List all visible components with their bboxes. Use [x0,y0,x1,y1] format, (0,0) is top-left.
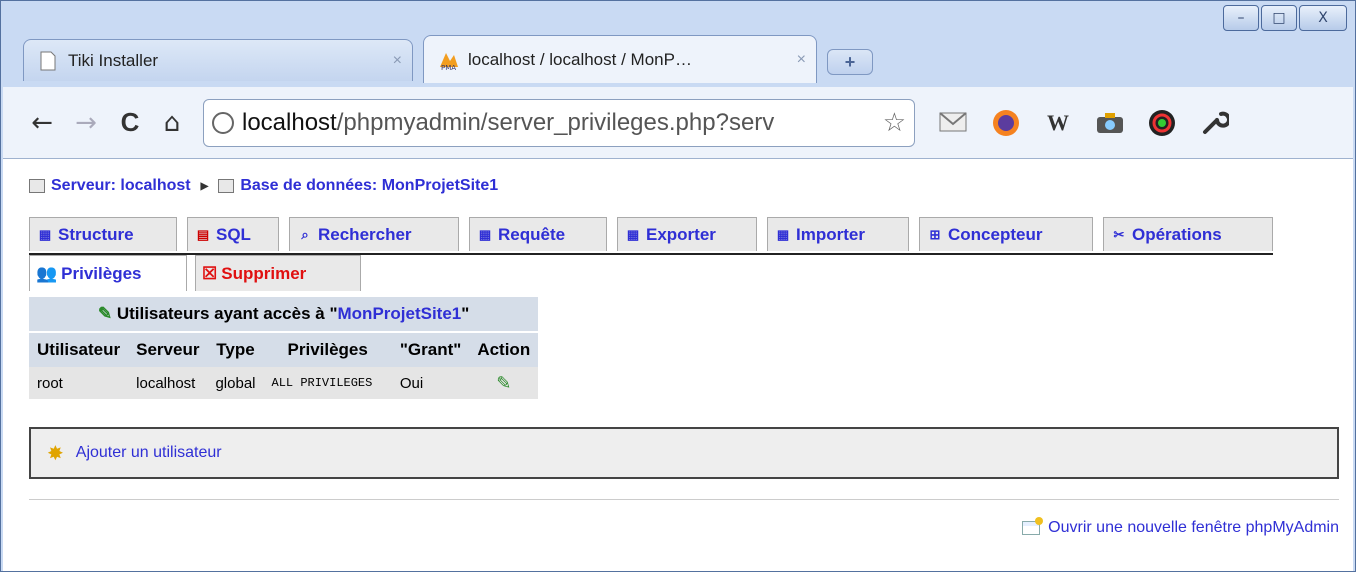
tab-label: Supprimer [221,263,307,283]
tab-phpmyadmin[interactable]: PMA localhost / localhost / MonP… × [423,35,817,83]
wrench-icon[interactable] [1193,102,1235,144]
cell-type: global [207,367,264,399]
close-tab-icon[interactable]: × [393,52,402,70]
pma-icon: PMA [438,49,458,71]
column-header: Privilèges [263,331,392,367]
users-icon: ✎ [97,304,117,323]
tab-structure[interactable]: ▦ Structure [29,217,177,251]
address-bar[interactable]: localhost /phpmyadmin/server_privileges.… [203,98,915,147]
tab-label: Structure [58,224,134,244]
tab-label: Privilèges [61,263,142,283]
tab-label: Exporter [646,224,716,244]
divider [29,499,1339,500]
close-tab-icon[interactable]: × [797,51,806,69]
column-header: Serveur [128,331,208,367]
mail-icon[interactable] [933,102,975,144]
cell-user: root [29,367,129,399]
tab-label: SQL [216,224,251,244]
table-row: root localhost global ALL PRIVILEGES Oui… [29,367,539,399]
tab-label: Requête [498,224,566,244]
server-icon [29,179,45,193]
tab-sql[interactable]: ▤ SQL [187,217,279,251]
designer-icon: ⊞ [929,226,941,242]
cell-server: localhost [128,367,208,399]
tab-strip: Tiki Installer × PMA localhost / localho… [1,33,1355,87]
edit-privileges-icon[interactable]: ✎ [496,373,511,393]
import-icon: ▦ [776,226,790,242]
table-header-row: Utilisateur Serveur Type Privilèges "Gra… [29,331,539,367]
browser-toolbar: ← → C ⌂ localhost /phpmyadmin/server_pri… [3,87,1353,159]
cell-grant: Oui [391,367,470,399]
column-header: Action [469,331,539,367]
bookmark-star-icon[interactable]: ☆ [883,108,906,138]
tv-icon[interactable] [985,102,1027,144]
column-header: Type [207,331,264,367]
tab-label: Concepteur [948,224,1043,244]
sql-icon: ▤ [196,226,210,242]
new-tab-button[interactable]: + [827,49,873,75]
cell-privileges: ALL PRIVILEGES [263,367,392,399]
breadcrumb-server[interactable]: Serveur: localhost [51,177,191,195]
tab-rechercher[interactable]: ⌕ Rechercher [289,217,459,251]
tab-concepteur[interactable]: ⊞ Concepteur [919,217,1093,251]
reload-button[interactable]: C [111,104,149,142]
tab-requete[interactable]: ▦ Requête [469,217,607,251]
window-controls: – □ X [1223,5,1347,31]
search-icon: ⌕ [301,226,309,242]
cell-action: ✎ [469,367,539,399]
database-icon [218,179,235,193]
caption-text: Utilisateurs ayant accès à " [116,304,338,323]
column-header: "Grant" [391,331,470,367]
tab-exporter[interactable]: ▦ Exporter [617,217,757,251]
maximize-button[interactable]: □ [1261,5,1297,31]
add-user-link[interactable]: Ajouter un utilisateur [76,444,222,462]
privileges-icon: 👥 [36,263,58,283]
tab-title: Tiki Installer [68,50,159,70]
table-caption: ✎ Utilisateurs ayant accès à "MonProjetS… [29,297,539,331]
minimize-button[interactable]: – [1223,5,1259,31]
breadcrumb-arrow-icon: ▶ [200,180,209,192]
caption-suffix: " [461,304,470,323]
page-icon [38,50,58,72]
forward-button[interactable]: → [67,104,105,142]
users-table: ✎ Utilisateurs ayant accès à "MonProjetS… [29,297,539,399]
url-path: /phpmyadmin/server_privileges.php?serv [336,108,775,136]
tab-label: Importer [796,224,865,244]
query-icon: ▦ [478,226,492,242]
column-header: Utilisateur [29,331,129,367]
camera-icon[interactable] [1089,102,1131,144]
tab-operations[interactable]: ✂ Opérations [1103,217,1273,251]
home-button[interactable]: ⌂ [153,104,191,142]
tab-privileges[interactable]: 👥 Privilèges [29,255,187,291]
back-button[interactable]: ← [23,104,61,142]
add-user-fieldset: ✸ Ajouter un utilisateur [29,427,1339,479]
new-window-icon [1022,517,1044,535]
new-window-link-wrapper: Ouvrir une nouvelle fenêtre phpMyAdmin [1022,517,1339,537]
delete-icon: ☒ [202,263,218,283]
structure-icon: ▦ [38,226,52,242]
main-tabs: ▦ Structure ▤ SQL ⌕ Rechercher ▦ Requête ▦ Ex… [29,215,1273,255]
tab-label: Opérations [1132,224,1222,244]
operations-icon: ✂ [1113,226,1125,242]
wikipedia-icon[interactable]: W [1037,102,1079,144]
new-window-link[interactable]: Ouvrir une nouvelle fenêtre phpMyAdmin [1048,519,1339,537]
close-window-button[interactable]: X [1299,5,1347,31]
breadcrumb: Serveur: localhost ▶ Base de données: Mo… [29,177,498,195]
tab-label: Rechercher [318,224,412,244]
browser-window: – □ X Tiki Installer × PMA localhost / l… [0,0,1356,572]
tab-supprimer[interactable]: ☒ Supprimer [195,255,361,291]
export-icon: ▦ [626,226,640,242]
page-content: Serveur: localhost ▶ Base de données: Mo… [3,159,1353,571]
tab-title: localhost / localhost / MonP… [468,49,692,69]
caption-database[interactable]: MonProjetSite1 [338,304,462,323]
svg-text:PMA: PMA [441,64,456,71]
tab-tiki-installer[interactable]: Tiki Installer × [23,39,413,81]
color-wheel-icon[interactable] [1141,102,1183,144]
tab-importer[interactable]: ▦ Importer [767,217,909,251]
url-host: localhost [242,108,337,136]
page-info-icon[interactable] [212,111,234,134]
add-user-icon: ✸ [47,442,64,465]
breadcrumb-database[interactable]: Base de données: MonProjetSite1 [240,177,498,195]
